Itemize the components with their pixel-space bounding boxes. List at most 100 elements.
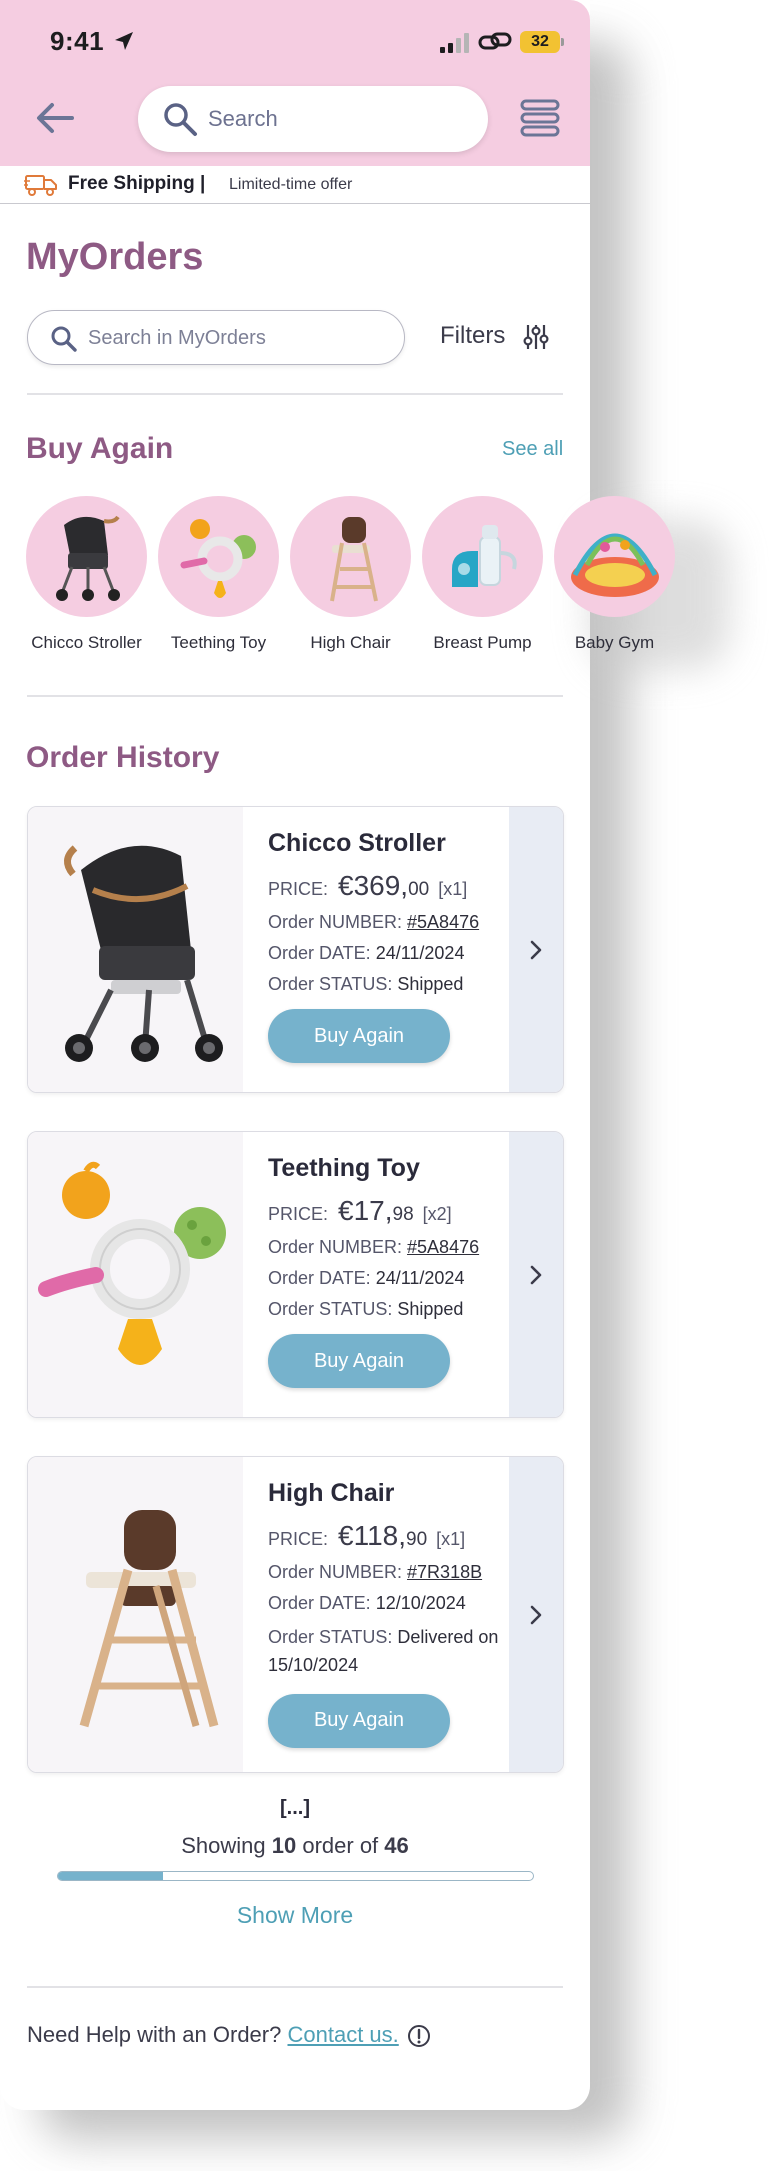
product-image-area (28, 1132, 243, 1417)
see-all-link[interactable]: See all (502, 438, 563, 461)
contact-us-link[interactable]: Contact us. (287, 2022, 398, 2047)
buy-again-item-high-chair[interactable]: High Chair (288, 496, 413, 653)
page-title: MyOrders (26, 236, 204, 278)
order-status-line: Order STATUS: Shipped (268, 974, 518, 995)
order-date-line: Order DATE: 24/11/2024 (268, 1268, 518, 1289)
buy-again-item-breast-pump[interactable]: Breast Pump (420, 496, 545, 653)
chevron-right-icon (530, 940, 542, 959)
buy-again-item-baby-gym[interactable]: Baby Gym (552, 496, 677, 653)
order-date-line: Order DATE: 12/10/2024 (268, 1593, 518, 1614)
help-footer: Need Help with an Order? Contact us. (27, 2022, 430, 2048)
product-thumbnail (554, 496, 675, 617)
order-number-link[interactable]: #5A8476 (407, 912, 479, 932)
delivery-truck-icon (24, 175, 57, 196)
link-icon (478, 32, 512, 50)
product-thumbnail (422, 496, 543, 617)
buy-again-label: Baby Gym (574, 633, 655, 652)
filters-button[interactable]: Filters (440, 322, 549, 352)
price-value: €118, (338, 1520, 407, 1551)
promo-subtitle: Limited-time offer (229, 176, 353, 193)
product-name: Teething Toy (268, 1154, 420, 1182)
order-card: Teething Toy PRICE: €17,98 [x2] Order NUM… (27, 1131, 564, 1418)
order-number-label: Order NUMBER: (268, 1237, 403, 1257)
buy-again-button[interactable]: Buy Again (268, 1009, 450, 1063)
order-details: Teething Toy PRICE: €17,98 [x2] Order NUM… (268, 1132, 518, 1388)
filters-label: Filters (440, 322, 506, 349)
order-status-line: Order STATUS: Delivered on 15/10/2024 (268, 1624, 518, 1680)
product-name: High Chair (268, 1479, 395, 1507)
status-time: 9:41 (50, 26, 105, 56)
teething-toy-image (180, 518, 256, 598)
order-status-label: Order STATUS: (268, 974, 393, 994)
showing-count: Showing 10 order of 46 (0, 1833, 590, 1859)
promo-banner: Free Shipping | Limited-time offer (0, 166, 590, 204)
menu-icon[interactable] (520, 99, 560, 137)
total-count: 46 (384, 1833, 409, 1858)
search-icon (51, 326, 77, 352)
back-arrow-icon[interactable] (34, 98, 76, 138)
order-date: 24/11/2024 (375, 943, 465, 963)
sliders-icon (523, 325, 549, 349)
buy-again-item-chicco-stroller[interactable]: Chicco Stroller (24, 496, 149, 653)
buy-again-item-teething-toy[interactable]: Teething Toy (156, 496, 281, 653)
price-label: PRICE: (268, 879, 329, 899)
order-number-line: Order NUMBER: #7R318B (268, 1562, 518, 1583)
divider (27, 393, 563, 395)
chevron-right-icon (530, 1605, 542, 1624)
teething-toy-image (37, 1161, 226, 1365)
order-number-link[interactable]: #7R318B (407, 1562, 482, 1582)
order-status-label: Order STATUS: (268, 1299, 393, 1319)
buy-again-label: Chicco Stroller (31, 633, 142, 652)
price-line: PRICE: €118,90 [x1] (268, 1520, 518, 1552)
info-icon[interactable] (407, 2024, 431, 2048)
orders-progress-fill (58, 1872, 163, 1880)
order-date: 24/11/2024 (375, 1268, 465, 1288)
quantity: [x2] (422, 1204, 452, 1224)
product-image-area (28, 807, 243, 1092)
buy-again-button[interactable]: Buy Again (268, 1334, 450, 1388)
product-image-area (28, 1457, 243, 1772)
order-date-label: Order DATE: (268, 943, 371, 963)
order-number-link[interactable]: #5A8476 (407, 1237, 479, 1257)
quantity: [x1] (438, 879, 468, 899)
stroller-image (63, 844, 223, 1062)
order-status: Shipped (397, 1299, 464, 1319)
show-more-button[interactable]: Show More (0, 1902, 590, 1929)
more-orders-ellipsis: [...] (280, 1797, 310, 1819)
order-search-input[interactable]: Search in MyOrders (27, 310, 405, 365)
price-line: PRICE: €17,98 [x2] (268, 1195, 518, 1227)
buy-again-button[interactable]: Buy Again (268, 1693, 450, 1748)
order-date: 12/10/2024 (375, 1593, 466, 1613)
order-details-chevron[interactable] (509, 1457, 563, 1772)
battery-tip (561, 38, 564, 46)
order-number-line: Order NUMBER: #5A8476 (268, 1237, 518, 1258)
search-icon (164, 103, 197, 136)
order-status-label: Order STATUS: (268, 1627, 393, 1647)
showing-prefix: Showing (181, 1833, 266, 1858)
buy-again-label: Breast Pump (433, 633, 532, 652)
buy-again-label: Teething Toy (170, 633, 267, 652)
search-bar[interactable]: Search (138, 86, 488, 152)
product-name: Chicco Stroller (268, 829, 446, 857)
search-placeholder: Search (208, 106, 278, 131)
baby-gym-image (570, 533, 659, 597)
price-value: €17, (338, 1195, 393, 1226)
order-number-label: Order NUMBER: (268, 912, 403, 932)
product-thumbnail (158, 496, 279, 617)
price-cents: 98 (392, 1204, 414, 1225)
order-card: High Chair PRICE: €118,90 [x1] Order NUMB… (27, 1456, 564, 1773)
order-status: Shipped (397, 974, 464, 994)
order-details-chevron[interactable] (509, 1132, 563, 1417)
order-search-placeholder: Search in MyOrders (88, 327, 266, 349)
order-status-line: Order STATUS: Shipped (268, 1299, 518, 1320)
high-chair-image (329, 516, 378, 601)
order-details-chevron[interactable] (509, 807, 563, 1092)
orders-progress-bar (57, 1871, 534, 1881)
order-details: High Chair PRICE: €118,90 [x1] Order NUMB… (268, 1457, 518, 1748)
order-card: Chicco Stroller PRICE: €369,00 [x1] Order… (27, 806, 564, 1093)
price-cents: 00 (408, 879, 430, 900)
order-date-line: Order DATE: 24/11/2024 (268, 943, 518, 964)
top-navigation: Search (0, 84, 590, 154)
product-thumbnail (26, 496, 147, 617)
buy-again-label: High Chair (310, 633, 391, 652)
